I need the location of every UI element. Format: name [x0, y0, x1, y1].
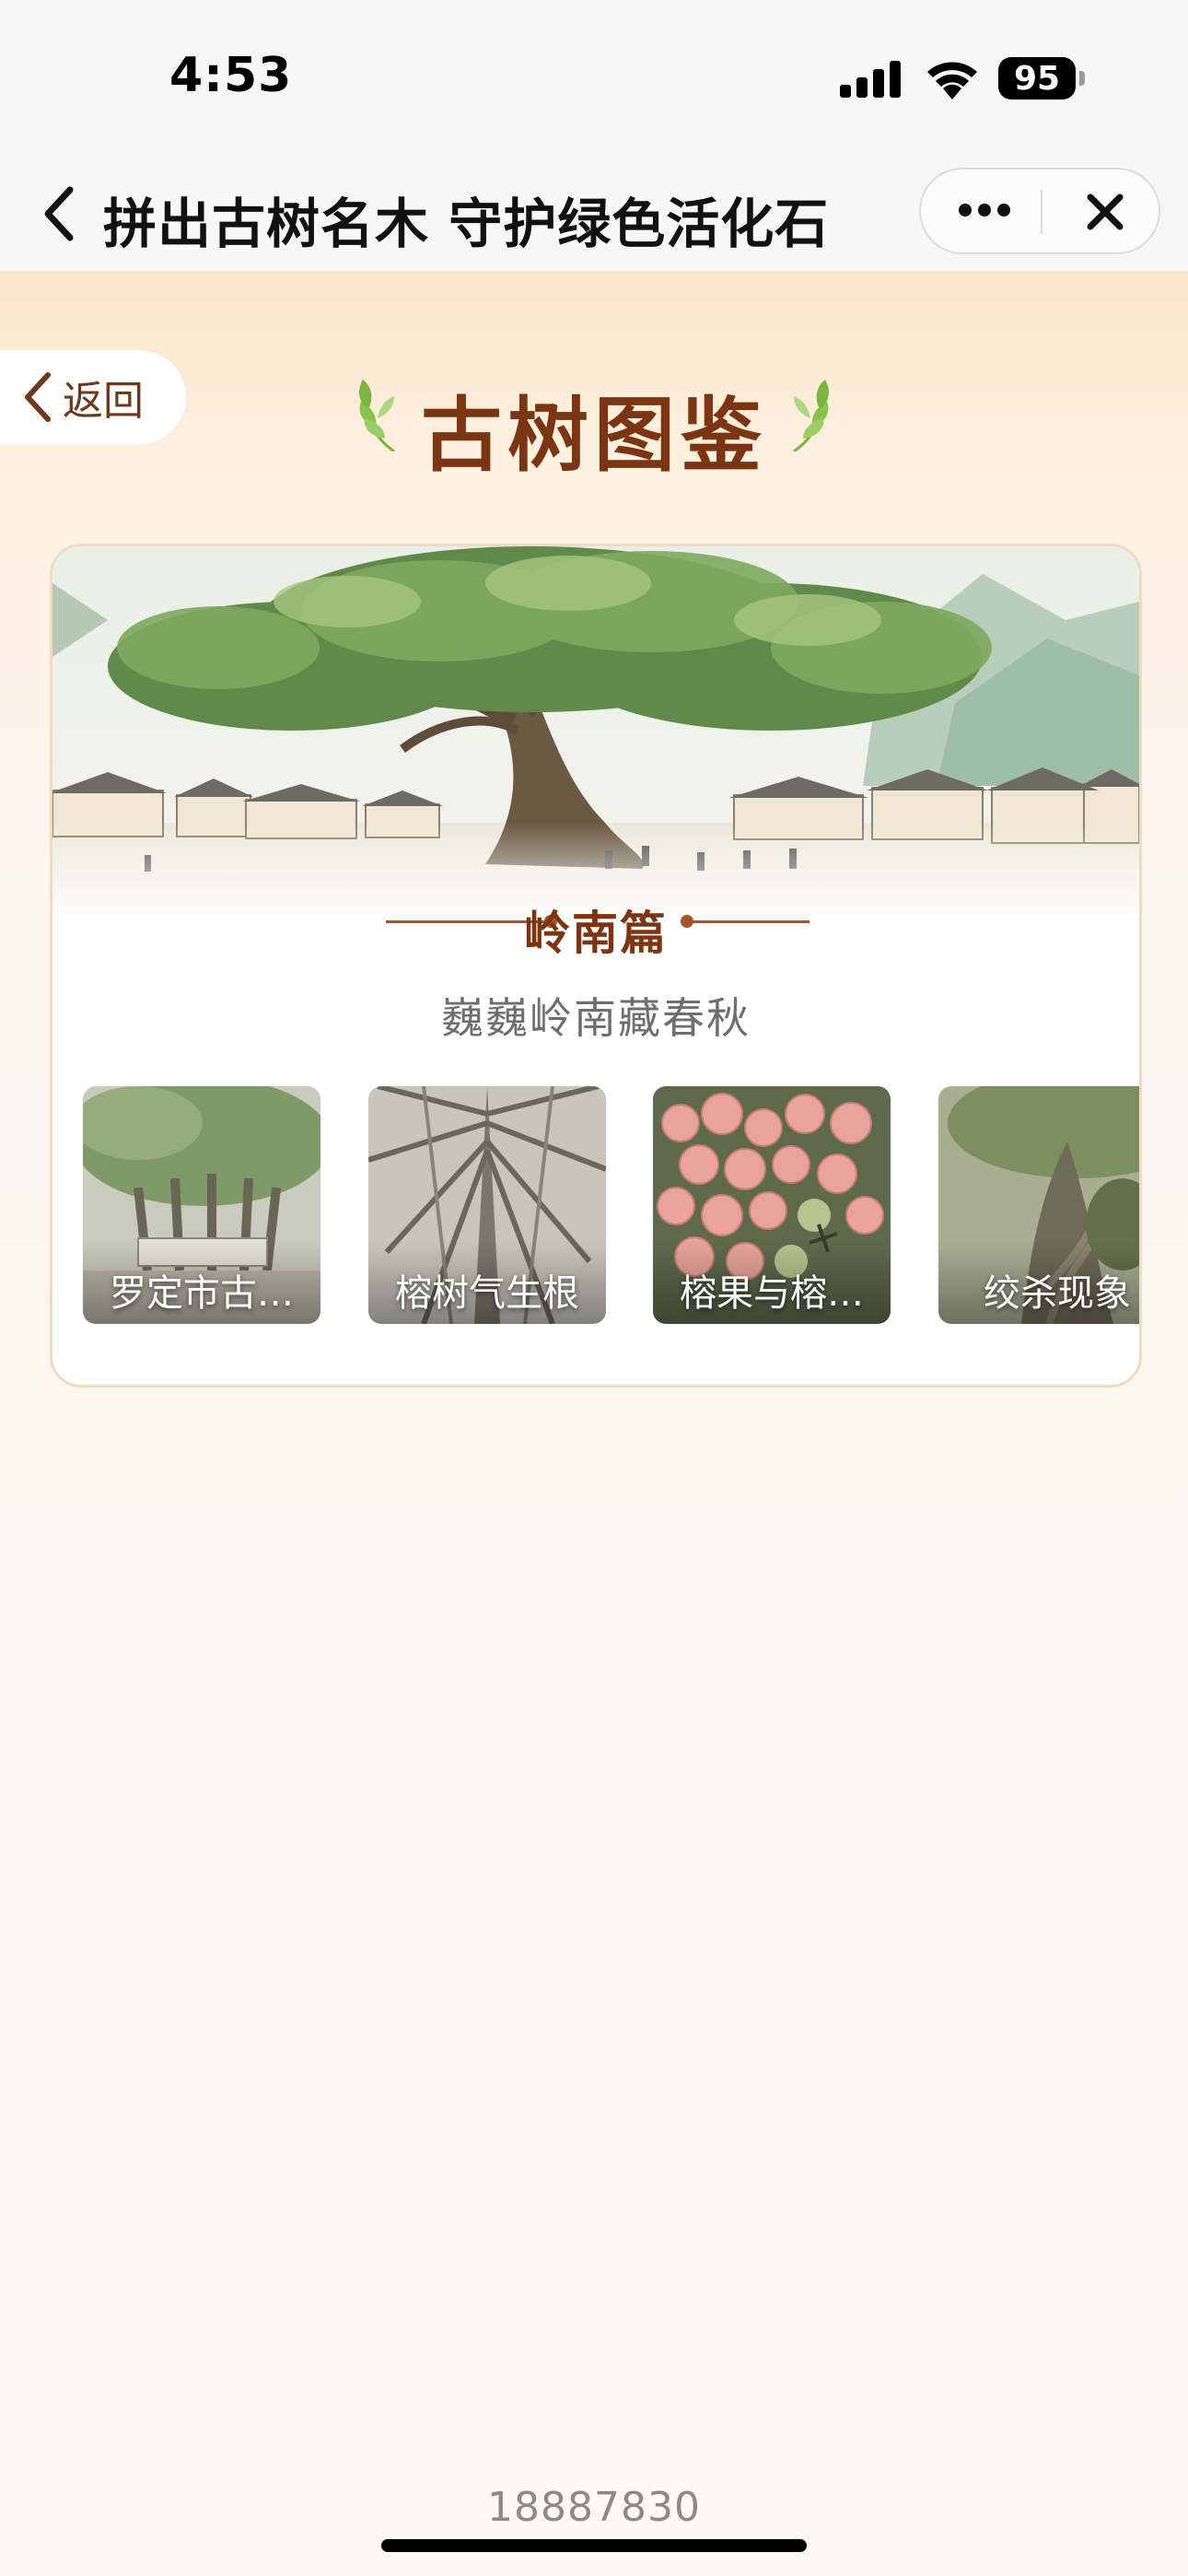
capsule-divider: [1041, 190, 1042, 234]
close-icon[interactable]: [1085, 192, 1125, 232]
battery-level: 95: [1013, 59, 1061, 98]
nav-title: 拼出古树名木 守护绿色活化石: [103, 193, 830, 255]
tree-thumb-aerial-roots[interactable]: 榕树气生根: [368, 1086, 606, 1324]
thumb-label: 罗定市古…: [110, 1272, 294, 1315]
battery-icon: 95: [998, 57, 1076, 100]
section-title: 岭南篇: [524, 907, 668, 960]
title-decor-line: [684, 920, 809, 923]
nav-bar: 拼出古树名木 守护绿色活化石: [0, 157, 1188, 271]
battery-cap: [1079, 71, 1085, 86]
section-subtitle: 巍巍岭南藏春秋: [441, 993, 751, 1043]
capsule-menu: [919, 168, 1160, 254]
tree-thumb-figs[interactable]: 榕果与榕…: [653, 1086, 891, 1324]
thumb-label: 绞杀现象: [984, 1272, 1131, 1315]
tree-thumb-luoding[interactable]: 罗定市古…: [83, 1086, 320, 1324]
home-indicator: [381, 2539, 807, 2552]
thumb-label: 榕树气生根: [395, 1272, 579, 1315]
tree-thumb-strangler[interactable]: 绞杀现象: [938, 1086, 1139, 1324]
footer-id: 18887830: [487, 2484, 701, 2531]
status-time: 4:53: [169, 48, 293, 103]
page-title: 古树图鉴: [420, 388, 767, 483]
page-content: 返回 古树图鉴 岭南篇 巍巍岭南藏春秋 罗定市古… 榕树气生根 榕果与榕… 绞杀…: [0, 271, 1188, 2576]
more-dots-icon[interactable]: [958, 203, 1011, 217]
status-bar: 4:53 95: [0, 0, 1188, 157]
lingnan-card[interactable]: 岭南篇 巍巍岭南藏春秋 罗定市古… 榕树气生根 榕果与榕… 绞杀现象: [50, 544, 1142, 1388]
wifi-icon: [927, 62, 977, 100]
signal-icon: [840, 61, 901, 98]
hero-banyan-illustration: [52, 546, 1139, 924]
chevron-left-icon[interactable]: [41, 184, 77, 243]
thumb-label: 榕果与榕…: [680, 1272, 864, 1315]
leaf-icon: [793, 380, 829, 451]
